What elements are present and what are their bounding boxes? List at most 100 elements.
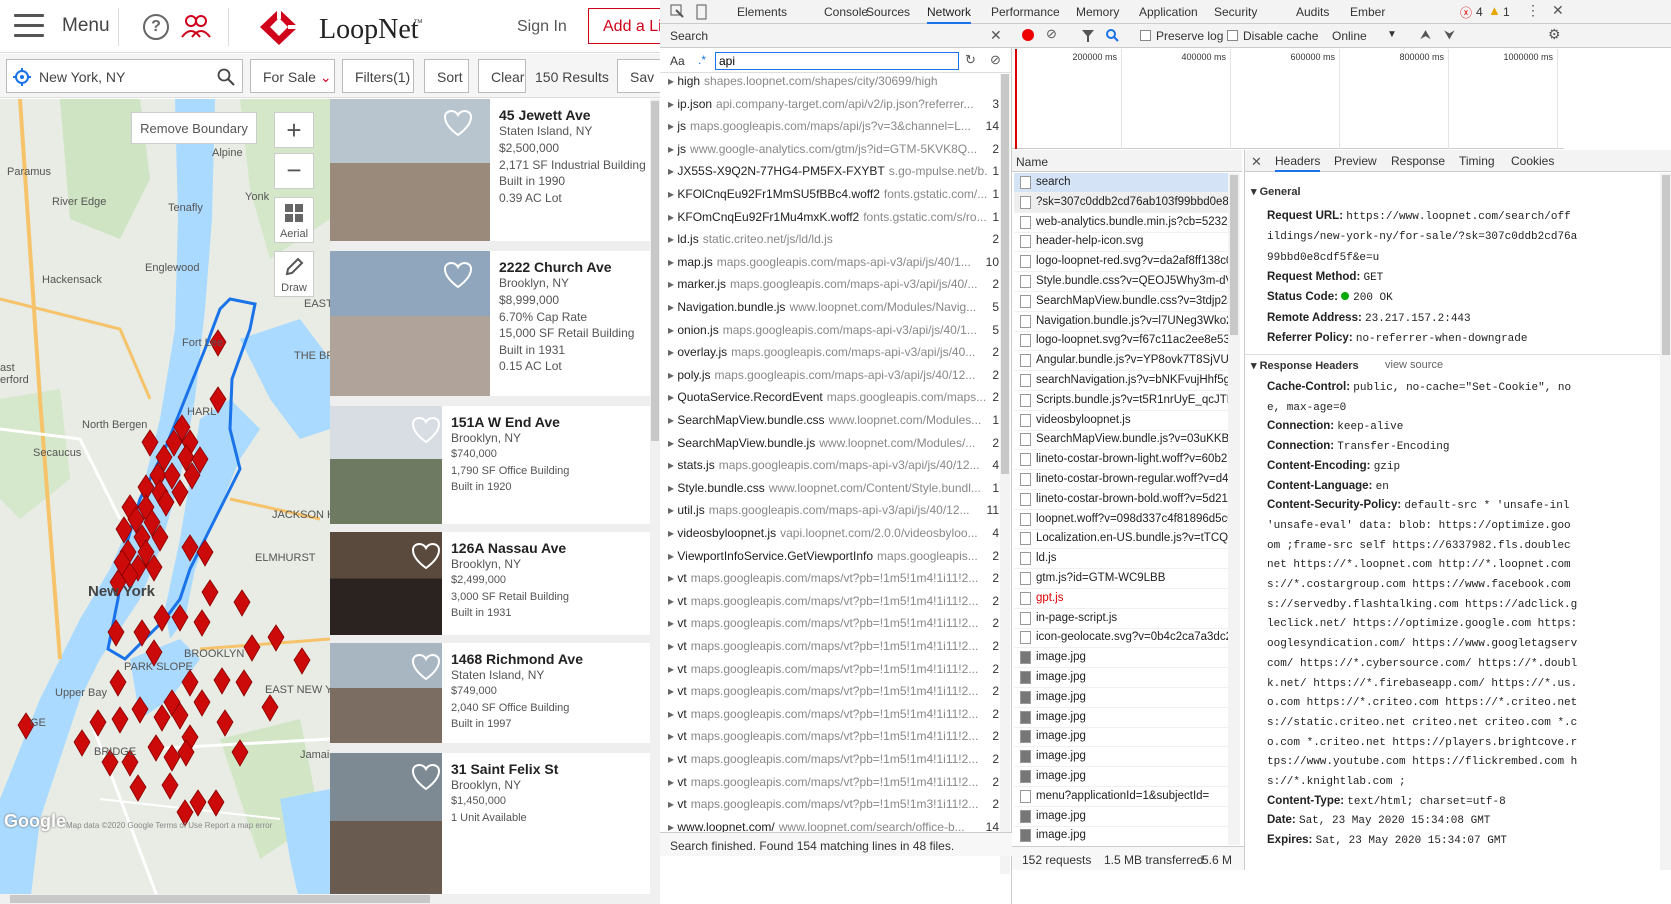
listing-marker[interactable]	[181, 534, 199, 562]
search-result-row[interactable]: ▸ SearchMapView.bundle.css www.loopnet.co…	[668, 413, 1003, 427]
clear-search-icon[interactable]: ⊘	[990, 52, 1001, 68]
favorite-heart-icon[interactable]	[411, 416, 441, 444]
expand-arrow-icon[interactable]: ▸	[668, 436, 677, 450]
search-result-row[interactable]: ▸ vt maps.googleapis.com/maps/vt?pb=!1m5!…	[668, 661, 1003, 676]
listing-marker[interactable]	[161, 772, 179, 800]
search-result-row[interactable]: ▸ vt maps.googleapis.com/maps/vt?pb=!1m5!…	[668, 706, 1003, 721]
expand-arrow-icon[interactable]: ▸	[668, 142, 677, 156]
expand-arrow-icon[interactable]: ▸	[668, 232, 677, 246]
add-listing-button[interactable]: Add a Listin	[588, 8, 660, 44]
listing-address[interactable]: 151A W End Ave	[451, 414, 560, 430]
listing-marker[interactable]	[193, 689, 211, 717]
response-headers-toggle[interactable]: ▾ Response Headers	[1251, 359, 1359, 372]
listing-marker[interactable]	[243, 634, 261, 662]
request-row[interactable]: header-help-icon.svg	[1014, 232, 1228, 253]
more-options-icon[interactable]: ⋮	[1526, 2, 1540, 19]
aerial-button[interactable]: Aerial	[274, 197, 314, 243]
request-row[interactable]: menu?applicationId=1&subjectId=	[1014, 787, 1228, 807]
expand-arrow-icon[interactable]: ▸	[668, 662, 677, 676]
expand-arrow-icon[interactable]: ▸	[668, 752, 677, 766]
disable-cache-label[interactable]: Disable cache	[1243, 29, 1318, 43]
request-row[interactable]: image.jpg	[1014, 747, 1228, 768]
listing-address[interactable]: 31 Saint Felix St	[451, 761, 558, 777]
expand-arrow-icon[interactable]: ▸	[668, 616, 677, 630]
clear-button[interactable]: Clear	[478, 59, 526, 93]
listing-address[interactable]: 2222 Church Ave	[499, 259, 612, 275]
search-result-row[interactable]: ▸ KFOmCnqEu92Fr1Mu4mxK.woff2 fonts.gstati…	[668, 209, 1003, 224]
request-row[interactable]: image.jpg	[1014, 688, 1228, 708]
listing-marker[interactable]	[171, 604, 189, 632]
clear-log-icon[interactable]: ⊘	[1046, 26, 1057, 42]
import-har-icon[interactable]: ⮝	[1420, 27, 1431, 43]
requests-header[interactable]: Name	[1012, 150, 1242, 172]
expand-arrow-icon[interactable]: ▸	[668, 594, 677, 608]
details-tab-preview[interactable]: Preview	[1334, 154, 1377, 168]
listing-scrollbar[interactable]	[650, 99, 660, 904]
request-row[interactable]: image.jpg	[1014, 708, 1228, 728]
tab-network[interactable]: Network	[927, 5, 972, 24]
expand-arrow-icon[interactable]: ▸	[668, 210, 677, 224]
details-tab-headers[interactable]: Headers	[1275, 154, 1321, 172]
expand-arrow-icon[interactable]: ▸	[668, 458, 677, 472]
remove-boundary-button[interactable]: Remove Boundary	[131, 112, 257, 144]
favorite-heart-icon[interactable]	[443, 261, 473, 289]
menu-label[interactable]: Menu	[62, 15, 110, 37]
listing-marker[interactable]	[181, 669, 199, 697]
details-tab-response[interactable]: Response	[1391, 154, 1445, 168]
match-case-toggle[interactable]: Aa	[670, 54, 685, 68]
expand-arrow-icon[interactable]: ▸	[668, 390, 677, 404]
warnings-icon[interactable]: ▲	[1488, 3, 1501, 18]
tab-performance[interactable]: Performance	[991, 5, 1060, 19]
favorite-heart-icon[interactable]	[411, 653, 441, 681]
expand-arrow-icon[interactable]: ▸	[668, 729, 677, 743]
listing-marker[interactable]	[235, 669, 253, 697]
expand-arrow-icon[interactable]: ▸	[668, 277, 677, 291]
disable-cache-checkbox[interactable]	[1227, 30, 1238, 41]
request-row[interactable]: ?sk=307c0ddb2cd76ab103f99bbd0e8c	[1014, 192, 1228, 213]
general-section-toggle[interactable]: ▾ General	[1251, 185, 1301, 198]
details-tab-cookies[interactable]: Cookies	[1511, 154, 1554, 168]
search-query-input[interactable]	[715, 52, 959, 70]
favorite-heart-icon[interactable]	[443, 109, 473, 137]
request-row[interactable]: gtm.js?id=GTM-WC9LBB	[1014, 569, 1228, 589]
search-result-row[interactable]: ▸ Style.bundle.css www.loopnet.com/Conten…	[668, 480, 1003, 495]
network-overview-timeline[interactable]: 200000 ms 400000 ms 600000 ms 800000 ms 1000…	[1012, 49, 1564, 149]
request-row[interactable]: Scripts.bundle.js?v=t5R1nrUyE_qcJTEnS	[1014, 391, 1228, 411]
listing-marker[interactable]	[267, 624, 285, 652]
save-search-button[interactable]: Sav	[617, 59, 660, 93]
details-tab-timing[interactable]: Timing	[1459, 154, 1495, 168]
errors-icon[interactable]: ⓧ	[1460, 4, 1472, 21]
close-search-icon[interactable]: ✕	[990, 27, 1002, 44]
search-icon[interactable]	[217, 68, 235, 86]
listing-marker[interactable]	[216, 709, 234, 737]
request-row[interactable]: image.jpg	[1014, 668, 1228, 688]
horizontal-scrollbar[interactable]	[0, 894, 650, 904]
expand-arrow-icon[interactable]: ▸	[668, 345, 677, 359]
geolocate-icon[interactable]	[13, 68, 31, 86]
request-row[interactable]: gpt.js	[1014, 589, 1228, 609]
request-row[interactable]: Localization.en-US.bundle.js?v=tTCQYf...	[1014, 529, 1228, 550]
expand-arrow-icon[interactable]: ▸	[668, 639, 677, 653]
request-row[interactable]: lineto-costar-brown-regular.woff?v=d4...	[1014, 470, 1228, 490]
listing-marker[interactable]	[261, 694, 279, 722]
listing-marker[interactable]	[73, 729, 91, 757]
search-result-row[interactable]: ▸ onion.js maps.googleapis.com/maps-api-v…	[668, 322, 1003, 337]
listing-card[interactable]: 151A W End Ave Brooklyn, NY $740,000 1,790 …	[330, 406, 650, 524]
listing-marker[interactable]	[233, 589, 251, 617]
request-row[interactable]: lineto-costar-brown-light.woff?v=60b2...	[1014, 450, 1228, 471]
expand-arrow-icon[interactable]: ▸	[668, 775, 677, 789]
export-har-icon[interactable]: ⮟	[1444, 27, 1455, 43]
search-result-row[interactable]: ▸ marker.js maps.googleapis.com/maps-api-…	[668, 277, 1003, 292]
request-row[interactable]: web-analytics.bundle.min.js?cb=52320...	[1014, 213, 1228, 233]
tab-audits[interactable]: Audits	[1296, 5, 1329, 19]
tab-application[interactable]: Application	[1139, 5, 1198, 19]
expand-arrow-icon[interactable]: ▸	[668, 481, 677, 495]
listing-marker[interactable]	[107, 619, 125, 647]
request-row[interactable]: SearchMapView.bundle.js?v=03uKKB5J...	[1014, 430, 1228, 451]
expand-arrow-icon[interactable]: ▸	[668, 797, 677, 811]
listing-card[interactable]: 2222 Church Ave Brooklyn, NY $8,999,000 6.7…	[330, 251, 650, 396]
search-result-row[interactable]: ▸ vt maps.googleapis.com/maps/vt?pb=!1m5!…	[668, 571, 1003, 586]
listing-card[interactable]: 126A Nassau Ave Brooklyn, NY $2,499,000 3,0…	[330, 532, 650, 635]
loopnet-logo[interactable]: LoopNet ™	[260, 6, 455, 46]
listing-marker[interactable]	[109, 669, 127, 697]
